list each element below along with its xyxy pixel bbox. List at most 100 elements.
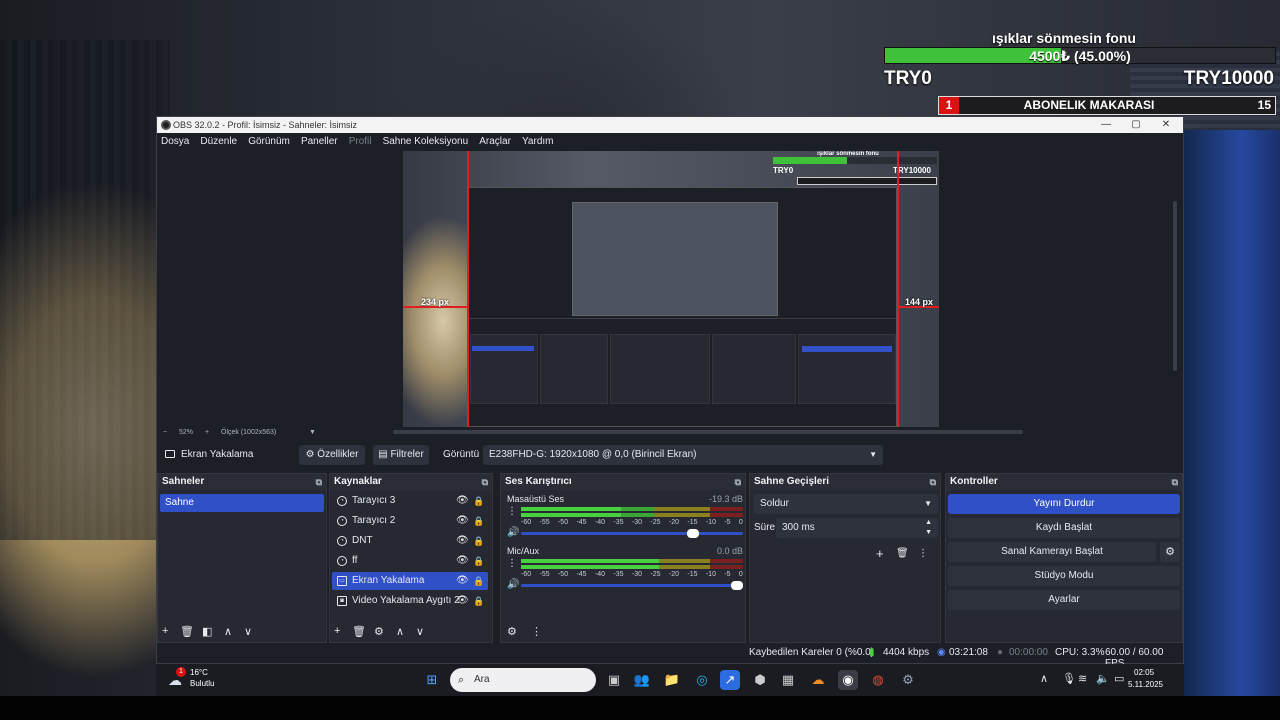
popout-icon[interactable]: ⧉ — [482, 474, 488, 490]
display-select[interactable]: E238FHD-G: 1920x1080 @ 0,0 (Birincil Ekr… — [483, 445, 883, 465]
obs-titlebar[interactable]: OBS 32.0.2 - Profil: İsimsiz - Sahneler:… — [157, 117, 1183, 133]
meter-yellow-zone — [654, 507, 710, 511]
move-down-icon[interactable]: ∨ — [244, 625, 252, 638]
menu-view[interactable]: Görünüm — [244, 133, 294, 151]
menu-docks[interactable]: Paneller — [297, 133, 342, 151]
visibility-eye-icon[interactable]: 👁 — [456, 592, 469, 610]
clock-date[interactable]: 5.11.2025 — [1128, 680, 1163, 689]
nested-dock-sources — [540, 334, 608, 404]
source-item[interactable]: ◔ ff 👁 🔒 — [332, 552, 488, 570]
scene-item-sahne[interactable]: Sahne — [160, 494, 324, 512]
stepper-arrows-icon[interactable]: ▲ ▼ — [925, 518, 932, 538]
close-button[interactable]: ✕ — [1151, 117, 1181, 133]
visibility-eye-icon[interactable]: 👁 — [456, 512, 469, 530]
visibility-eye-icon[interactable]: 👁 — [456, 552, 469, 570]
app-icon[interactable]: ⬢ — [750, 670, 770, 690]
remove-scene-icon[interactable]: 🗑 — [180, 625, 194, 638]
transition-menu-icon[interactable]: ⋮ — [918, 544, 928, 564]
speaker-icon[interactable]: 🔊 — [507, 579, 519, 590]
add-transition-icon[interactable]: + — [876, 544, 884, 564]
program-preview[interactable]: ışıklar sönmesin fonu TRY0 TRY10000 234 … — [403, 151, 939, 427]
mixer-menu-icon[interactable]: ⋮ — [531, 625, 542, 638]
zoom-in-button[interactable]: + — [205, 427, 209, 439]
source-item[interactable]: ◔ DNT 👁 🔒 — [332, 532, 488, 550]
move-up-icon[interactable]: ∧ — [224, 625, 232, 638]
obs-taskbar-icon[interactable]: ◉ — [838, 670, 858, 690]
windows-start-icon[interactable]: ⊞ — [422, 670, 442, 690]
move-down-icon[interactable]: ∨ — [416, 625, 424, 638]
volume-icon[interactable]: 🔈 — [1096, 672, 1110, 685]
source-item[interactable]: ◔ Tarayıcı 2 👁 🔒 — [332, 512, 488, 530]
calculator-icon[interactable]: ▦ — [778, 670, 798, 690]
visibility-eye-icon[interactable]: 👁 — [456, 572, 469, 590]
remove-transition-icon[interactable]: 🗑 — [896, 544, 909, 564]
duration-stepper[interactable]: 300 ms ▲ ▼ — [776, 518, 938, 538]
studio-mode-button[interactable]: Stüdyo Modu — [948, 566, 1180, 586]
lock-icon[interactable]: 🔒 — [473, 592, 484, 610]
menu-profile[interactable]: Profil — [345, 133, 376, 151]
source-item-selected[interactable]: ▭ Ekran Yakalama 👁 🔒 — [332, 572, 488, 590]
minimize-button[interactable]: — — [1091, 117, 1121, 133]
volume-slider[interactable] — [521, 581, 743, 590]
chrome-icon[interactable]: ◍ — [868, 670, 888, 690]
popout-icon[interactable]: ⧉ — [735, 474, 741, 490]
start-virtual-camera-button[interactable]: Sanal Kamerayı Başlat — [948, 542, 1156, 562]
zoom-out-button[interactable]: − — [163, 427, 167, 439]
battery-icon[interactable]: ▭ — [1114, 672, 1124, 685]
microphone-icon[interactable]: 🎙 — [1062, 672, 1076, 685]
scale-dropdown-icon[interactable]: ▼ — [309, 427, 316, 439]
channel-menu-icon[interactable]: ⋮ — [507, 558, 517, 569]
settings-button[interactable]: Ayarlar — [948, 590, 1180, 610]
clock-time[interactable]: 02:05 — [1134, 668, 1154, 677]
wifi-icon[interactable]: ≋ — [1078, 672, 1087, 685]
menu-tools[interactable]: Araçlar — [475, 133, 515, 151]
speaker-icon[interactable]: 🔊 — [507, 527, 519, 538]
lock-icon[interactable]: 🔒 — [473, 512, 484, 530]
popout-icon[interactable]: ⧉ — [1172, 474, 1178, 490]
volume-slider-handle[interactable] — [731, 581, 743, 590]
preview-vertical-scrollbar[interactable] — [1173, 201, 1177, 371]
lock-icon[interactable]: 🔒 — [473, 552, 484, 570]
remove-source-icon[interactable]: 🗑 — [352, 625, 366, 638]
task-view-icon[interactable]: ▣ — [604, 670, 624, 690]
record-icon: ● — [997, 647, 1004, 658]
popout-icon[interactable]: ⧉ — [316, 474, 322, 490]
file-explorer-icon[interactable]: 📁 — [662, 670, 682, 690]
lock-icon[interactable]: 🔒 — [473, 572, 484, 590]
scene-filters-icon[interactable]: ◧ — [202, 625, 212, 638]
preview-horizontal-scrollbar[interactable] — [393, 430, 1023, 434]
add-source-icon[interactable]: + — [334, 625, 340, 637]
volume-slider[interactable] — [521, 529, 743, 538]
visibility-eye-icon[interactable]: 👁 — [456, 532, 469, 550]
taskbar-search[interactable]: ⌕ Ara — [450, 668, 596, 692]
advanced-audio-icon[interactable]: ⚙ — [507, 625, 517, 638]
settings-icon[interactable]: ⚙ — [898, 670, 918, 690]
start-recording-button[interactable]: Kaydı Başlat — [948, 518, 1180, 538]
filters-button[interactable]: ▤ Filtreler — [373, 445, 429, 465]
properties-button[interactable]: ⚙ Özellikler — [299, 445, 365, 465]
lock-icon[interactable]: 🔒 — [473, 532, 484, 550]
cloud-app-icon[interactable]: ☁ — [808, 670, 828, 690]
stop-stream-button[interactable]: Yayını Durdur — [948, 494, 1180, 514]
teams-icon[interactable]: 👥 — [632, 670, 652, 690]
visibility-eye-icon[interactable]: 👁 — [456, 492, 469, 510]
source-item[interactable]: ◙ Video Yakalama Aygıtı 2 👁 🔒 — [332, 592, 488, 610]
popout-icon[interactable]: ⧉ — [930, 474, 936, 490]
tray-expand-icon[interactable]: ∧ — [1040, 672, 1048, 685]
volume-slider-handle[interactable] — [686, 529, 699, 538]
menu-help[interactable]: Yardım — [518, 133, 558, 151]
menu-file[interactable]: Dosya — [157, 133, 193, 151]
edge-icon[interactable]: ◎ — [692, 670, 712, 690]
source-properties-icon[interactable]: ⚙ — [374, 625, 384, 638]
maximize-button[interactable]: ▢ — [1121, 117, 1151, 133]
menu-scene-collection[interactable]: Sahne Koleksiyonu — [379, 133, 473, 151]
add-scene-icon[interactable]: + — [162, 625, 168, 637]
menu-edit[interactable]: Düzenle — [196, 133, 241, 151]
move-up-icon[interactable]: ∧ — [396, 625, 404, 638]
virtual-camera-settings-icon[interactable]: ⚙ — [1160, 542, 1180, 562]
channel-menu-icon[interactable]: ⋮ — [507, 506, 517, 517]
transition-type-select[interactable]: Soldur ▼ — [754, 494, 938, 514]
app-icon[interactable]: ↗ — [720, 670, 740, 690]
lock-icon[interactable]: 🔒 — [473, 492, 484, 510]
source-item[interactable]: ◔ Tarayıcı 3 👁 🔒 — [332, 492, 488, 510]
